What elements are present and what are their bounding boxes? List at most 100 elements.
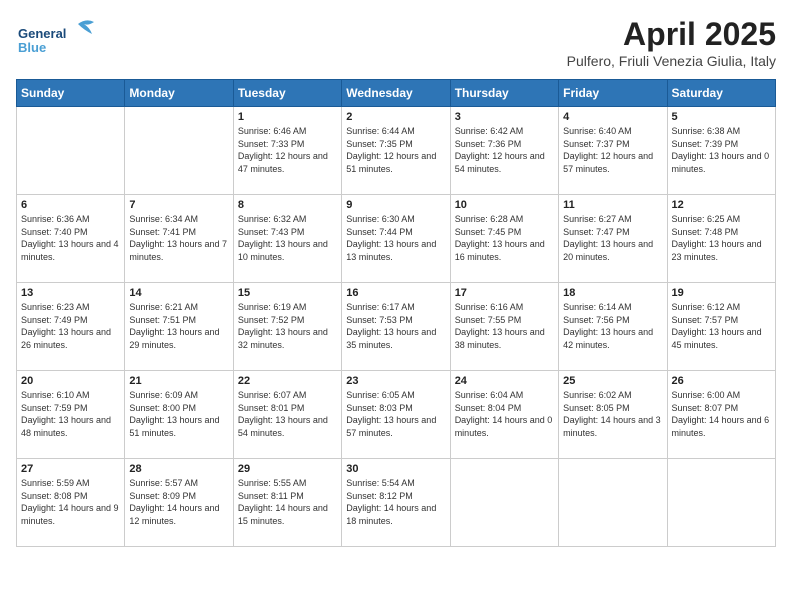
- calendar-week-3: 20Sunrise: 6:10 AM Sunset: 7:59 PM Dayli…: [17, 371, 776, 459]
- calendar-cell: 30 Sunrise: 5:54 AM Sunset: 8:12 PM Dayli…: [342, 459, 450, 547]
- day-number: 19: [672, 287, 771, 299]
- calendar-cell: 13 Sunrise: 6:23 AM Sunset: 7:49 PM Dayli…: [17, 283, 125, 371]
- month-title: April 2025: [567, 16, 776, 53]
- day-info: Sunrise: 6:36 AM Sunset: 7:40 PM Dayligh…: [21, 213, 120, 263]
- calendar-cell: 20Sunrise: 6:10 AM Sunset: 7:59 PM Dayli…: [17, 371, 125, 459]
- day-info: Sunrise: 6:42 AM Sunset: 7:36 PM Dayligh…: [455, 125, 554, 175]
- day-info: Sunrise: 6:19 AM Sunset: 7:52 PM Dayligh…: [238, 301, 337, 351]
- calendar-cell: 12 Sunrise: 6:25 AM Sunset: 7:48 PM Dayli…: [667, 195, 775, 283]
- calendar-cell: 17Sunrise: 6:16 AM Sunset: 7:55 PM Dayli…: [450, 283, 558, 371]
- calendar-cell: 8 Sunrise: 6:32 AM Sunset: 7:43 PM Daylig…: [233, 195, 341, 283]
- day-number: 24: [455, 375, 554, 387]
- calendar-cell: 5 Sunrise: 6:38 AM Sunset: 7:39 PM Daylig…: [667, 107, 775, 195]
- title-area: April 2025 Pulfero, Friuli Venezia Giuli…: [567, 16, 776, 69]
- day-info: Sunrise: 5:57 AM Sunset: 8:09 PM Dayligh…: [129, 477, 228, 527]
- calendar-cell: [125, 107, 233, 195]
- header: General Blue April 2025 Pulfero, Friuli …: [16, 16, 776, 69]
- day-info: Sunrise: 6:05 AM Sunset: 8:03 PM Dayligh…: [346, 389, 445, 439]
- day-info: Sunrise: 6:38 AM Sunset: 7:39 PM Dayligh…: [672, 125, 771, 175]
- day-number: 2: [346, 111, 445, 123]
- day-info: Sunrise: 6:32 AM Sunset: 7:43 PM Dayligh…: [238, 213, 337, 263]
- day-info: Sunrise: 6:23 AM Sunset: 7:49 PM Dayligh…: [21, 301, 120, 351]
- day-info: Sunrise: 6:14 AM Sunset: 7:56 PM Dayligh…: [563, 301, 662, 351]
- calendar-cell: 15Sunrise: 6:19 AM Sunset: 7:52 PM Dayli…: [233, 283, 341, 371]
- calendar-cell: 1Sunrise: 6:46 AM Sunset: 7:33 PM Daylig…: [233, 107, 341, 195]
- calendar-cell: 9 Sunrise: 6:30 AM Sunset: 7:44 PM Daylig…: [342, 195, 450, 283]
- calendar-cell: 28 Sunrise: 5:57 AM Sunset: 8:09 PM Dayli…: [125, 459, 233, 547]
- calendar-week-1: 6 Sunrise: 6:36 AM Sunset: 7:40 PM Daylig…: [17, 195, 776, 283]
- day-info: Sunrise: 6:07 AM Sunset: 8:01 PM Dayligh…: [238, 389, 337, 439]
- page: General Blue April 2025 Pulfero, Friuli …: [0, 0, 792, 612]
- day-number: 3: [455, 111, 554, 123]
- day-number: 18: [563, 287, 662, 299]
- day-info: Sunrise: 6:30 AM Sunset: 7:44 PM Dayligh…: [346, 213, 445, 263]
- subtitle: Pulfero, Friuli Venezia Giulia, Italy: [567, 53, 776, 69]
- day-info: Sunrise: 6:28 AM Sunset: 7:45 PM Dayligh…: [455, 213, 554, 263]
- day-number: 22: [238, 375, 337, 387]
- calendar-cell: 14 Sunrise: 6:21 AM Sunset: 7:51 PM Dayli…: [125, 283, 233, 371]
- day-info: Sunrise: 6:12 AM Sunset: 7:57 PM Dayligh…: [672, 301, 771, 351]
- day-number: 20: [21, 375, 120, 387]
- day-info: Sunrise: 6:04 AM Sunset: 8:04 PM Dayligh…: [455, 389, 554, 439]
- calendar-week-0: 1Sunrise: 6:46 AM Sunset: 7:33 PM Daylig…: [17, 107, 776, 195]
- day-number: 23: [346, 375, 445, 387]
- weekday-header-thursday: Thursday: [450, 80, 558, 107]
- calendar-cell: [667, 459, 775, 547]
- day-number: 21: [129, 375, 228, 387]
- day-number: 7: [129, 199, 228, 211]
- day-number: 11: [563, 199, 662, 211]
- day-info: Sunrise: 6:25 AM Sunset: 7:48 PM Dayligh…: [672, 213, 771, 263]
- calendar-cell: 26 Sunrise: 6:00 AM Sunset: 8:07 PM Dayli…: [667, 371, 775, 459]
- day-info: Sunrise: 6:40 AM Sunset: 7:37 PM Dayligh…: [563, 125, 662, 175]
- calendar-cell: 21 Sunrise: 6:09 AM Sunset: 8:00 PM Dayli…: [125, 371, 233, 459]
- calendar-cell: 10Sunrise: 6:28 AM Sunset: 7:45 PM Dayli…: [450, 195, 558, 283]
- calendar-cell: 19 Sunrise: 6:12 AM Sunset: 7:57 PM Dayli…: [667, 283, 775, 371]
- day-number: 4: [563, 111, 662, 123]
- calendar-cell: [450, 459, 558, 547]
- day-info: Sunrise: 5:55 AM Sunset: 8:11 PM Dayligh…: [238, 477, 337, 527]
- calendar-cell: 24 Sunrise: 6:04 AM Sunset: 8:04 PM Dayli…: [450, 371, 558, 459]
- day-info: Sunrise: 6:44 AM Sunset: 7:35 PM Dayligh…: [346, 125, 445, 175]
- calendar-week-2: 13 Sunrise: 6:23 AM Sunset: 7:49 PM Dayli…: [17, 283, 776, 371]
- weekday-header-row: SundayMondayTuesdayWednesdayThursdayFrid…: [17, 80, 776, 107]
- calendar-table: SundayMondayTuesdayWednesdayThursdayFrid…: [16, 79, 776, 547]
- day-number: 12: [672, 199, 771, 211]
- logo-svg: General Blue: [16, 16, 106, 56]
- day-number: 30: [346, 463, 445, 475]
- calendar-cell: 4 Sunrise: 6:40 AM Sunset: 7:37 PM Daylig…: [559, 107, 667, 195]
- day-info: Sunrise: 5:54 AM Sunset: 8:12 PM Dayligh…: [346, 477, 445, 527]
- day-info: Sunrise: 6:09 AM Sunset: 8:00 PM Dayligh…: [129, 389, 228, 439]
- calendar-week-4: 27Sunrise: 5:59 AM Sunset: 8:08 PM Dayli…: [17, 459, 776, 547]
- day-number: 26: [672, 375, 771, 387]
- day-number: 28: [129, 463, 228, 475]
- calendar-cell: 3 Sunrise: 6:42 AM Sunset: 7:36 PM Daylig…: [450, 107, 558, 195]
- day-number: 8: [238, 199, 337, 211]
- calendar-cell: 11 Sunrise: 6:27 AM Sunset: 7:47 PM Dayli…: [559, 195, 667, 283]
- svg-text:Blue: Blue: [18, 40, 46, 55]
- day-info: Sunrise: 6:00 AM Sunset: 8:07 PM Dayligh…: [672, 389, 771, 439]
- calendar-cell: [17, 107, 125, 195]
- calendar-cell: 29Sunrise: 5:55 AM Sunset: 8:11 PM Dayli…: [233, 459, 341, 547]
- calendar-cell: 7 Sunrise: 6:34 AM Sunset: 7:41 PM Daylig…: [125, 195, 233, 283]
- calendar-cell: 27Sunrise: 5:59 AM Sunset: 8:08 PM Dayli…: [17, 459, 125, 547]
- weekday-header-monday: Monday: [125, 80, 233, 107]
- calendar-cell: 18 Sunrise: 6:14 AM Sunset: 7:56 PM Dayli…: [559, 283, 667, 371]
- day-number: 25: [563, 375, 662, 387]
- weekday-header-saturday: Saturday: [667, 80, 775, 107]
- day-info: Sunrise: 6:21 AM Sunset: 7:51 PM Dayligh…: [129, 301, 228, 351]
- calendar-cell: [559, 459, 667, 547]
- day-number: 13: [21, 287, 120, 299]
- day-number: 5: [672, 111, 771, 123]
- weekday-header-wednesday: Wednesday: [342, 80, 450, 107]
- calendar-cell: 22 Sunrise: 6:07 AM Sunset: 8:01 PM Dayli…: [233, 371, 341, 459]
- svg-text:General: General: [18, 26, 66, 41]
- day-number: 16: [346, 287, 445, 299]
- day-info: Sunrise: 6:27 AM Sunset: 7:47 PM Dayligh…: [563, 213, 662, 263]
- day-number: 9: [346, 199, 445, 211]
- calendar-cell: 6 Sunrise: 6:36 AM Sunset: 7:40 PM Daylig…: [17, 195, 125, 283]
- day-number: 14: [129, 287, 228, 299]
- day-number: 6: [21, 199, 120, 211]
- day-number: 17: [455, 287, 554, 299]
- day-info: Sunrise: 6:34 AM Sunset: 7:41 PM Dayligh…: [129, 213, 228, 263]
- day-info: Sunrise: 6:17 AM Sunset: 7:53 PM Dayligh…: [346, 301, 445, 351]
